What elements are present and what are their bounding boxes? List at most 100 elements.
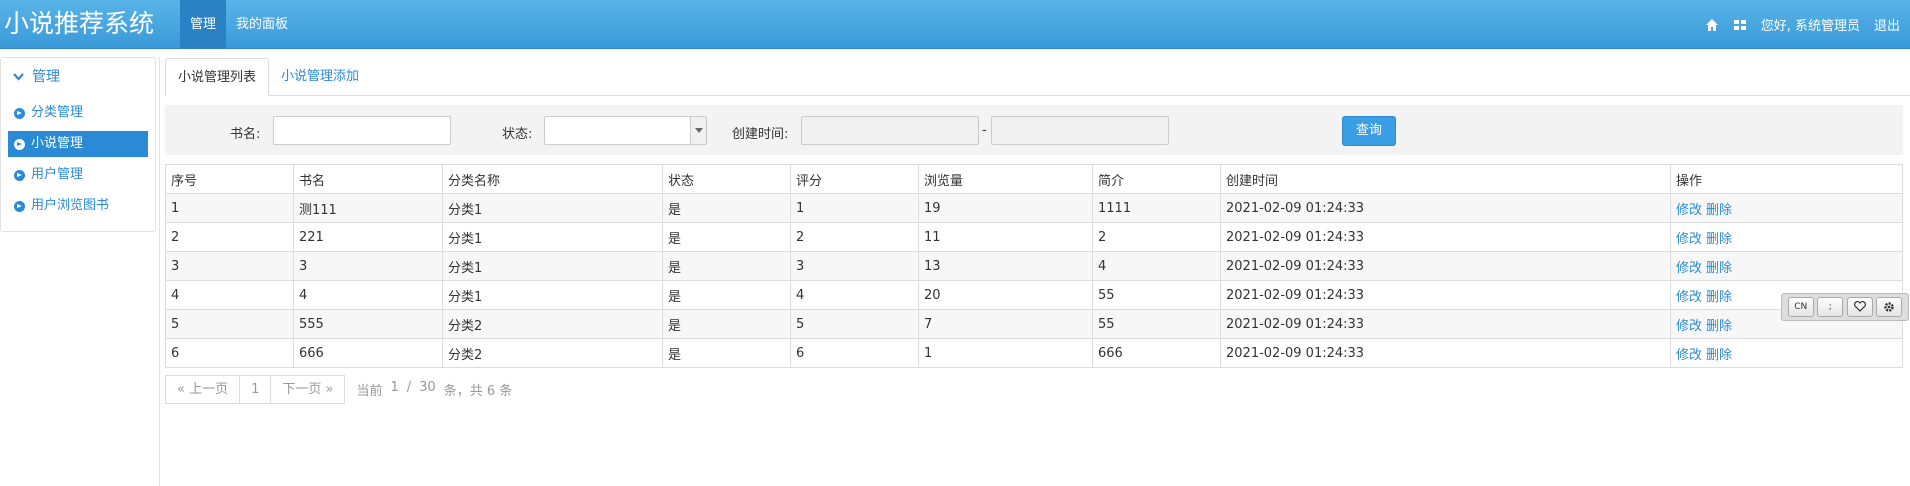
date-to-input[interactable] bbox=[991, 116, 1169, 145]
sidebar-item-user-browse[interactable]: 用户浏览图书 bbox=[8, 193, 148, 219]
gear-icon[interactable] bbox=[1876, 297, 1903, 317]
table-cell: 3 bbox=[293, 251, 443, 281]
date-separator: - bbox=[982, 123, 987, 138]
edit-link[interactable]: 修改 bbox=[1676, 319, 1702, 334]
table-header-row: 序号 书名 分类名称 状态 评分 浏览量 简介 创建时间 操作 bbox=[165, 164, 1903, 194]
total-count: 条，共 6 条 bbox=[443, 384, 513, 399]
search-button[interactable]: 查询 bbox=[1342, 116, 1396, 146]
edit-link[interactable]: 修改 bbox=[1676, 290, 1702, 305]
delete-link[interactable]: 删除 bbox=[1706, 232, 1732, 247]
current-page: 1 bbox=[390, 380, 399, 395]
delete-link[interactable]: 删除 bbox=[1706, 319, 1732, 334]
page-number-1[interactable]: 1 bbox=[239, 375, 272, 404]
created-time-label: 创建时间: bbox=[732, 127, 789, 142]
chevron-down-icon[interactable] bbox=[690, 117, 706, 144]
delete-link[interactable]: 删除 bbox=[1706, 348, 1732, 363]
sidebar-splitter[interactable] bbox=[159, 57, 160, 486]
table-cell: 4 bbox=[293, 280, 443, 310]
arrow-circle-icon bbox=[14, 169, 25, 181]
sidebar-item-label: 小说管理 bbox=[31, 136, 84, 151]
date-from-input[interactable] bbox=[801, 116, 979, 145]
table-row: 6 666 分类2 是 6 1 666 2021-02-09 01:24:33 修改 删除 bbox=[165, 338, 1903, 368]
table-cell: 2021-02-09 01:24:33 bbox=[1220, 193, 1671, 223]
sidebar-item-users[interactable]: 用户管理 bbox=[8, 162, 148, 188]
nav-my-panel[interactable]: 我的面板 bbox=[226, 0, 298, 49]
main-nav: 管理 我的面板 bbox=[180, 0, 298, 49]
table-cell: 是 bbox=[662, 280, 791, 310]
table-cell: 221 bbox=[293, 222, 443, 252]
table-cell: 分类1 bbox=[442, 280, 663, 310]
nav-manage[interactable]: 管理 bbox=[180, 0, 227, 49]
book-name-label: 书名: bbox=[230, 127, 261, 142]
row-actions: 修改 删除 bbox=[1670, 251, 1903, 281]
top-right-menu: 您好, 系统管理员 退出 bbox=[1705, 0, 1900, 49]
next-page-button[interactable]: 下一页 » bbox=[270, 375, 346, 404]
sidebar-item-category[interactable]: 分类管理 bbox=[8, 100, 148, 126]
sidebar: 管理 分类管理 小说管理 用户管理 用户浏览图书 bbox=[0, 57, 156, 232]
current-label: 当前 bbox=[356, 384, 383, 399]
col-book-name: 书名 bbox=[293, 164, 443, 194]
table-cell: 1111 bbox=[1092, 193, 1221, 223]
pagination-info: 当前 1 / 30 条，共 6 条 bbox=[356, 380, 512, 399]
table-cell: 3 bbox=[790, 251, 919, 281]
table-cell: 分类1 bbox=[442, 222, 663, 252]
delete-link[interactable]: 删除 bbox=[1706, 203, 1732, 218]
table-cell: 是 bbox=[662, 309, 791, 339]
table-cell: 是 bbox=[662, 338, 791, 368]
edit-link[interactable]: 修改 bbox=[1676, 348, 1702, 363]
table-cell: 2021-02-09 01:24:33 bbox=[1220, 309, 1671, 339]
sidebar-section-manage[interactable]: 管理 bbox=[1, 58, 155, 96]
arrow-circle-icon bbox=[14, 200, 25, 212]
row-actions: 修改 删除 bbox=[1670, 193, 1903, 223]
table-cell: 2 bbox=[790, 222, 919, 252]
tab-novel-add[interactable]: 小说管理添加 bbox=[269, 58, 371, 96]
status-select[interactable] bbox=[544, 116, 707, 145]
table-cell: 测111 bbox=[293, 193, 443, 223]
col-status: 状态 bbox=[662, 164, 791, 194]
table-cell: 2021-02-09 01:24:33 bbox=[1220, 251, 1671, 281]
table-cell: 分类2 bbox=[442, 309, 663, 339]
home-icon[interactable] bbox=[1705, 18, 1719, 32]
col-intro: 简介 bbox=[1092, 164, 1221, 194]
edit-link[interactable]: 修改 bbox=[1676, 261, 1702, 276]
table-cell: 4 bbox=[165, 280, 294, 310]
delete-link[interactable]: 删除 bbox=[1706, 290, 1732, 305]
table-cell: 6 bbox=[165, 338, 294, 368]
table-cell: 13 bbox=[918, 251, 1093, 281]
page-size: 30 bbox=[419, 380, 436, 395]
logout-link[interactable]: 退出 bbox=[1874, 15, 1900, 34]
row-actions: 修改 删除 bbox=[1670, 338, 1903, 368]
table-cell: 1 bbox=[165, 193, 294, 223]
table-cell: 2 bbox=[165, 222, 294, 252]
edit-link[interactable]: 修改 bbox=[1676, 203, 1702, 218]
top-navbar: 小说推荐系统 管理 我的面板 您好, 系统管理员 退出 bbox=[0, 0, 1910, 49]
table-cell: 5 bbox=[165, 309, 294, 339]
table-row: 3 3 分类1 是 3 13 4 2021-02-09 01:24:33 修改 删除 bbox=[165, 251, 1903, 281]
table-cell: 4 bbox=[790, 280, 919, 310]
table-row: 1 测111 分类1 是 1 19 1111 2021-02-09 01:24:33 修改 删除 bbox=[165, 193, 1903, 223]
col-category: 分类名称 bbox=[442, 164, 663, 194]
novel-table: 序号 书名 分类名称 状态 评分 浏览量 简介 创建时间 操作 1 测111 分类1… bbox=[165, 164, 1903, 368]
delete-link[interactable]: 删除 bbox=[1706, 261, 1732, 276]
table-cell: 是 bbox=[662, 251, 791, 281]
user-greeting[interactable]: 您好, 系统管理员 bbox=[1761, 15, 1860, 34]
table-cell: 555 bbox=[293, 309, 443, 339]
table-cell: 19 bbox=[918, 193, 1093, 223]
table-cell: 分类2 bbox=[442, 338, 663, 368]
table-cell: 分类1 bbox=[442, 193, 663, 223]
dashboard-icon[interactable] bbox=[1733, 18, 1747, 32]
table-cell: 4 bbox=[1092, 251, 1221, 281]
sidebar-item-novels[interactable]: 小说管理 bbox=[8, 131, 148, 157]
heart-icon[interactable] bbox=[1846, 297, 1873, 317]
edit-link[interactable]: 修改 bbox=[1676, 232, 1702, 247]
ime-punct-button[interactable]: ; bbox=[1817, 297, 1844, 317]
ime-lang-button[interactable]: CN bbox=[1787, 297, 1814, 317]
arrow-circle-icon bbox=[14, 138, 25, 150]
table-cell: 是 bbox=[662, 222, 791, 252]
book-name-input[interactable] bbox=[273, 116, 451, 145]
table-cell: 11 bbox=[918, 222, 1093, 252]
table-cell: 是 bbox=[662, 193, 791, 223]
page-separator: / bbox=[406, 380, 412, 395]
tab-novel-list[interactable]: 小说管理列表 bbox=[165, 58, 270, 96]
prev-page-button[interactable]: « 上一页 bbox=[165, 375, 241, 404]
